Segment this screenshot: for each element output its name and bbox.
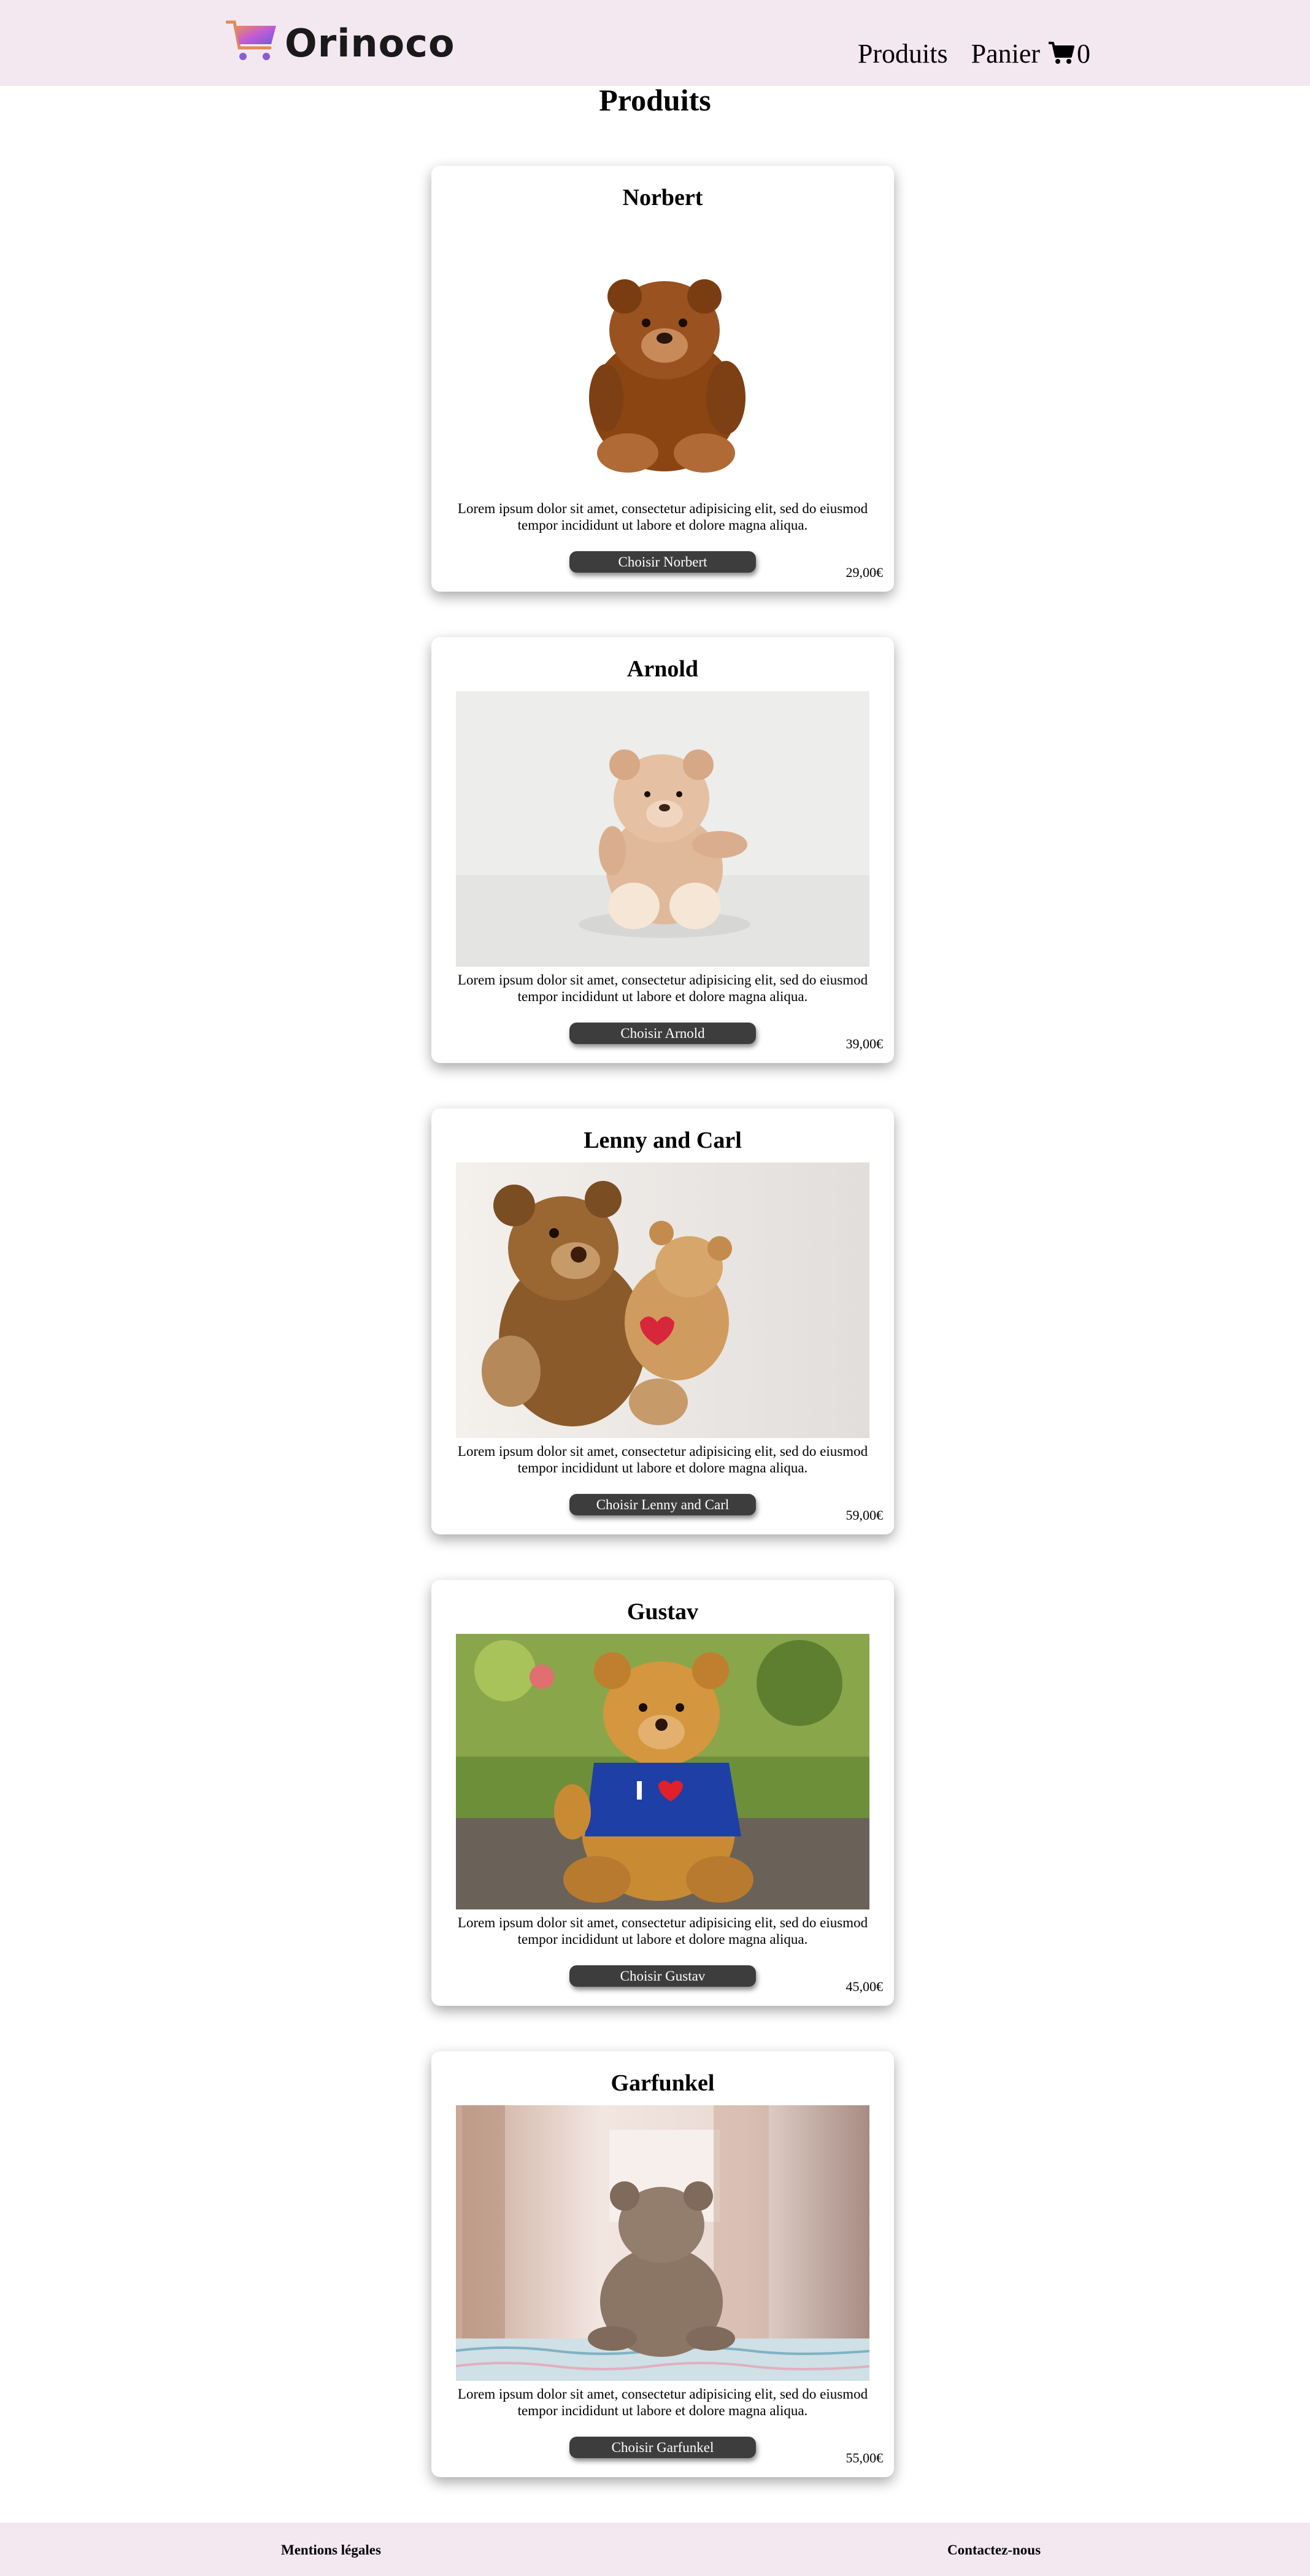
product-description: Lorem ipsum dolor sit amet, consectetur … xyxy=(457,1444,868,1476)
logo-text: Orinoco xyxy=(285,21,455,66)
site-header: Orinoco Produits Panier 0 xyxy=(0,0,1310,86)
choose-product-button[interactable]: Choisir Gustav xyxy=(569,1965,756,1987)
product-description: Lorem ipsum dolor sit amet, consectetur … xyxy=(457,501,868,533)
legal-notice-link[interactable]: Mentions légales xyxy=(281,2542,381,2558)
product-title: Arnold xyxy=(626,656,699,682)
product-image xyxy=(456,1162,869,1438)
page-title: Produits xyxy=(599,83,711,117)
contact-link[interactable]: Contactez-nous xyxy=(947,2542,1041,2558)
logo[interactable]: Orinoco xyxy=(225,18,455,68)
product-card: Garfunkel Lorem ipsum dolor sit amet, co… xyxy=(431,2051,894,2477)
product-card: Lenny and Carl Lorem ipsum dolor sit ame… xyxy=(431,1108,894,1534)
product-image xyxy=(456,1634,869,1909)
product-price: 29,00€ xyxy=(846,565,884,580)
product-title: Norbert xyxy=(622,185,703,211)
product-description: Lorem ipsum dolor sit amet, consectetur … xyxy=(457,972,868,1004)
product-price: 55,00€ xyxy=(846,2450,884,2466)
product-price: 39,00€ xyxy=(846,1036,884,1051)
nav-cart-label: Panier xyxy=(971,39,1040,69)
main-nav: Produits Panier 0 xyxy=(858,38,1090,69)
cart-icon xyxy=(1047,41,1074,65)
product-description: Lorem ipsum dolor sit amet, consectetur … xyxy=(457,1915,868,1947)
product-image xyxy=(456,2105,869,2381)
product-image xyxy=(456,691,869,967)
product-card: Gustav Lorem ipsum dolor sit amet, conse… xyxy=(431,1580,894,2006)
cart-count: 0 xyxy=(1077,39,1090,69)
product-description: Lorem ipsum dolor sit amet, consectetur … xyxy=(457,2386,868,2418)
choose-product-button[interactable]: Choisir Lenny and Carl xyxy=(569,1494,756,1515)
product-card: Norbert Lorem ipsum dolor sit amet, cons… xyxy=(431,166,894,592)
product-title: Gustav xyxy=(626,1599,699,1625)
nav-products-link[interactable]: Produits xyxy=(858,38,948,69)
shopping-cart-logo-icon xyxy=(225,18,279,68)
product-title: Lenny and Carl xyxy=(584,1127,742,1153)
choose-product-button[interactable]: Choisir Garfunkel xyxy=(569,2437,756,2458)
site-footer: Mentions légales Contactez-nous xyxy=(0,2523,1310,2576)
product-price: 45,00€ xyxy=(846,1979,884,1994)
product-price: 59,00€ xyxy=(846,1507,884,1523)
product-card: Arnold Lorem ipsum dolor sit amet, conse… xyxy=(431,637,894,1063)
product-title: Garfunkel xyxy=(611,2070,715,2096)
product-image xyxy=(456,220,869,495)
choose-product-button[interactable]: Choisir Norbert xyxy=(569,551,756,573)
nav-cart-link[interactable]: Panier 0 xyxy=(971,38,1090,69)
choose-product-button[interactable]: Choisir Arnold xyxy=(569,1023,756,1044)
